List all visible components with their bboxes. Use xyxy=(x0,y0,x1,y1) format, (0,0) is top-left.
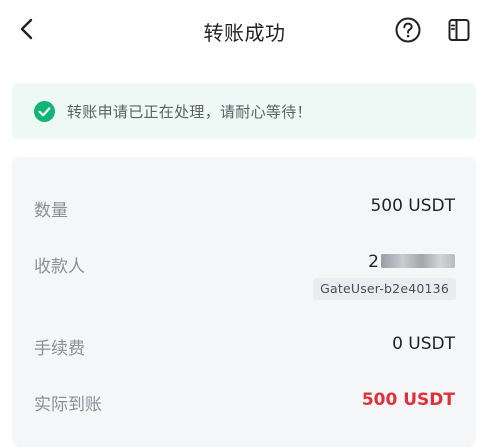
fee-value: 0 USDT xyxy=(392,334,455,354)
amount-label: 数量 xyxy=(34,201,68,221)
recipient-label: 收款人 xyxy=(34,257,85,277)
notice-message: 转账申请已正在处理，请耐心等待！ xyxy=(67,102,312,121)
fee-label: 手续费 xyxy=(34,339,85,359)
received-label: 实际到账 xyxy=(34,395,102,415)
status-notice: 转账申请已正在处理，请耐心等待！ xyxy=(12,83,476,139)
help-circle-icon[interactable] xyxy=(394,16,422,44)
received-value: 500 USDT xyxy=(361,390,455,410)
top-nav-bar: 转账成功 xyxy=(0,0,489,62)
redacted-recipient-id xyxy=(381,254,455,268)
transfer-details-card: 数量 500 USDT 收款人 2 GateUser-b2e40136 手续费 … xyxy=(12,157,476,447)
recipient-username-tag: GateUser-b2e40136 xyxy=(313,278,456,300)
side-panel-icon[interactable] xyxy=(445,16,473,44)
recipient-id: 2 xyxy=(368,252,455,272)
check-circle-icon xyxy=(34,100,55,122)
amount-value: 500 USDT xyxy=(370,196,455,216)
